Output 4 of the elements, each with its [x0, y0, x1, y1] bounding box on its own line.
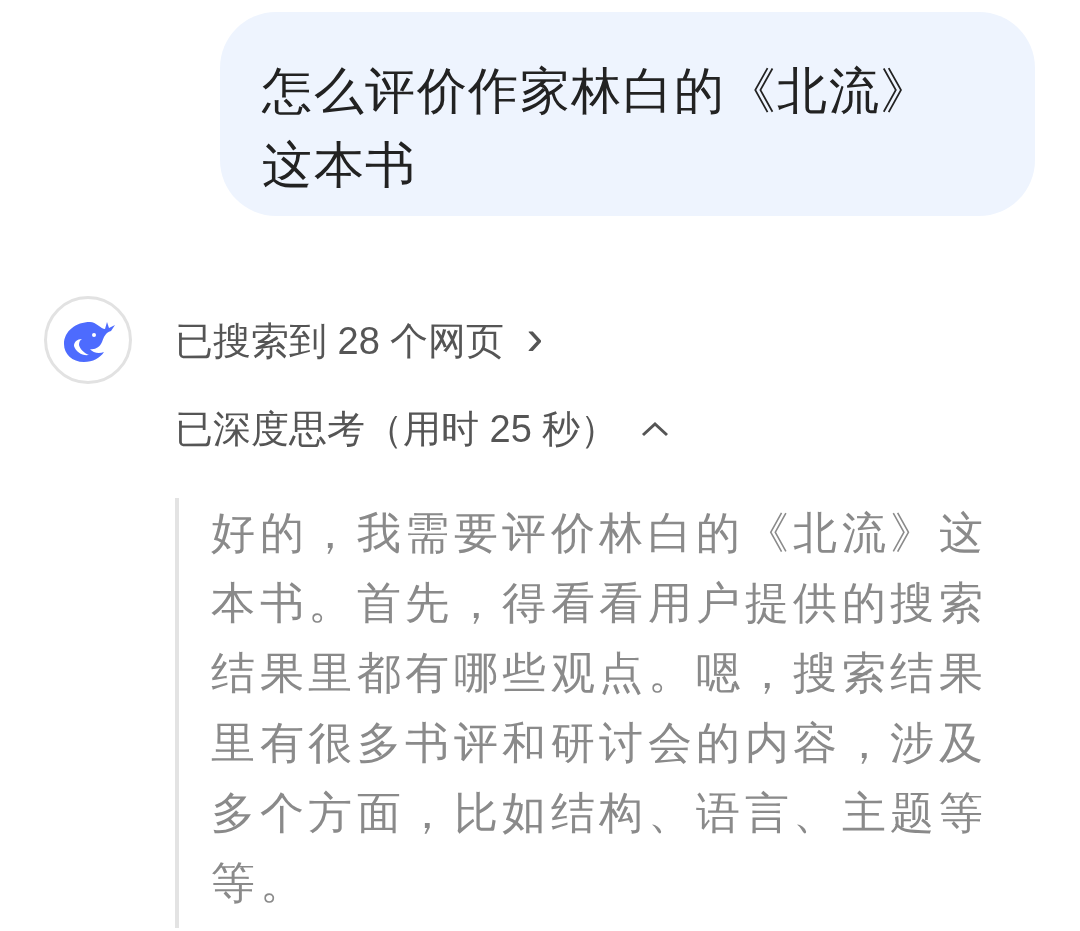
thinking-toggle[interactable]: 已深度思考（用时 25 秒） [175, 404, 1001, 454]
search-results-toggle[interactable]: 已搜索到 28 个网页 › [175, 316, 1001, 366]
thinking-text: 好的，我需要评价林白的《北流》这本书。首先，得看看用户提供的搜索结果里都有哪些观点。嗯，搜索结果里有很多书评和研讨会的内容，涉及多个方面，比如结构、语言、主题等等。 [211, 507, 988, 909]
user-message: 怎么评价作家林白的《北流》这本书 [220, 12, 1035, 216]
